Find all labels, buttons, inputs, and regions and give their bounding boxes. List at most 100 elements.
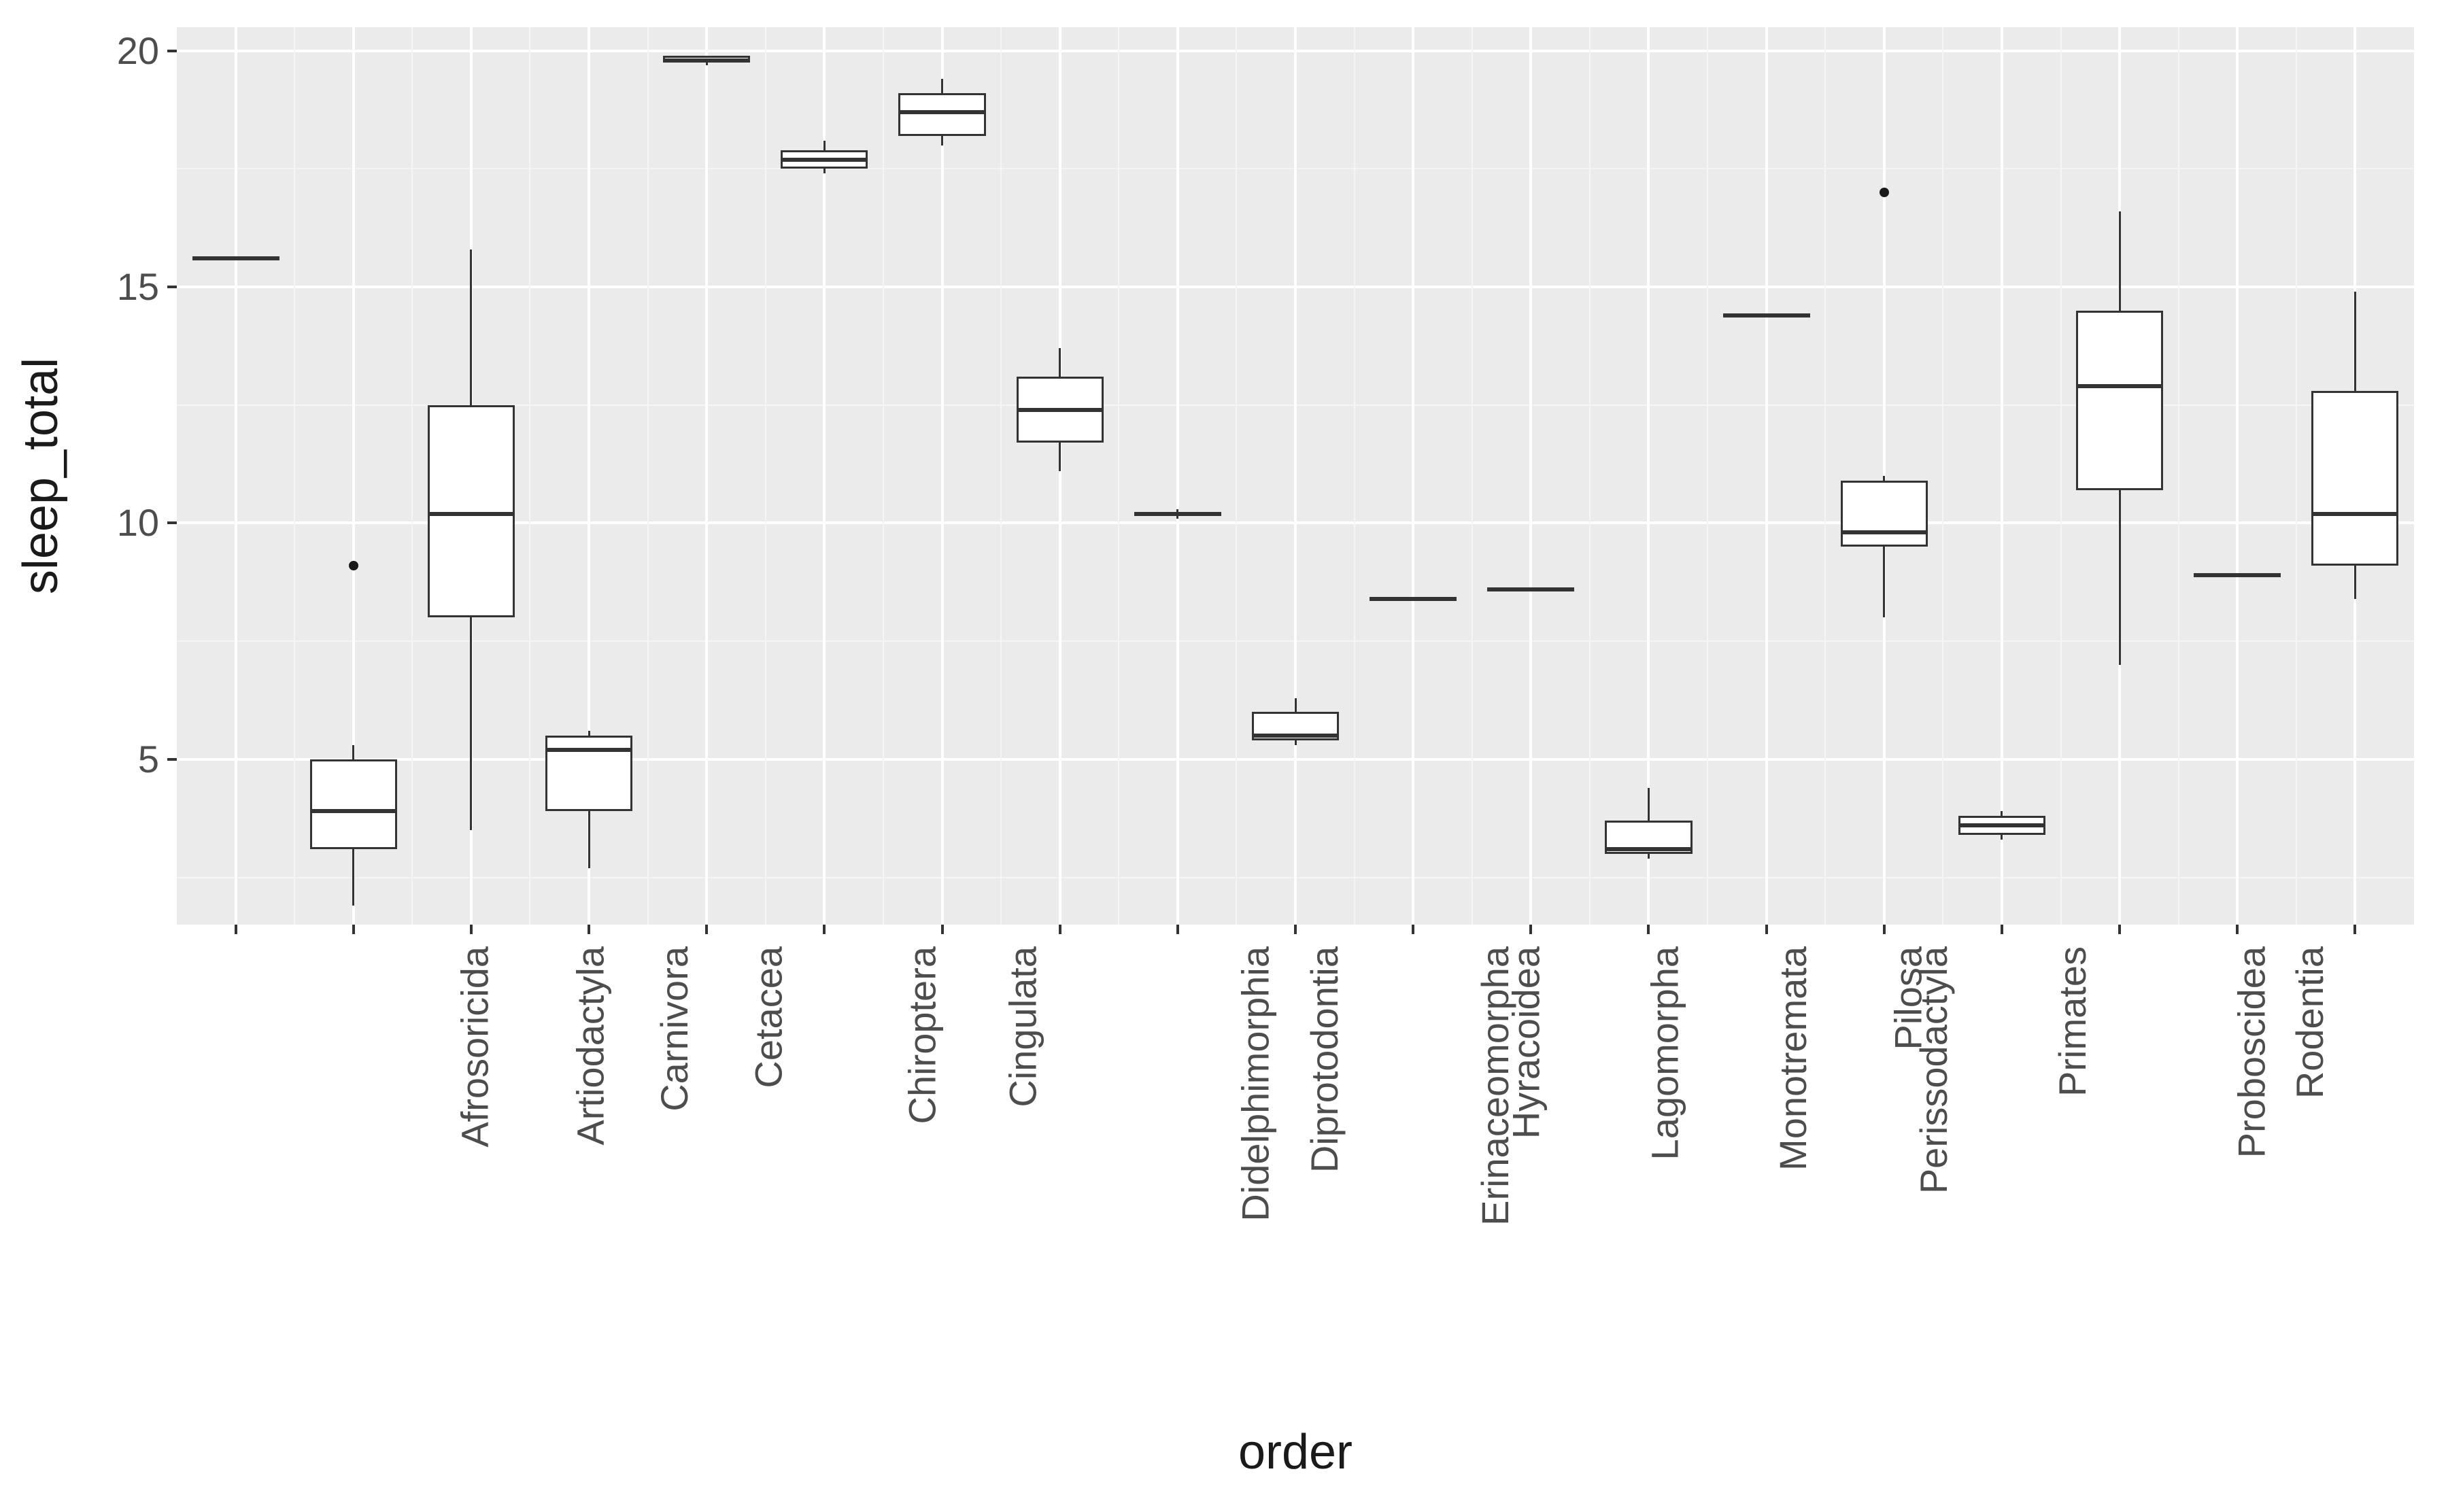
whisker-upper (823, 141, 826, 150)
x-tick-label: Cingulata (1004, 946, 1042, 1107)
x-tick-label: Afrosoricida (456, 946, 494, 1148)
median-line (428, 512, 515, 516)
x-tick-label: Didelphimorphia (1236, 946, 1274, 1222)
whisker-lower (588, 811, 590, 867)
x-tick-mark (470, 925, 473, 934)
x-tick-label: Rodentia (2291, 946, 2329, 1099)
box (310, 759, 397, 849)
x-gridline-minor (2178, 27, 2179, 925)
median-line (1605, 847, 1692, 851)
whisker-lower (823, 169, 826, 173)
x-gridline-minor (1472, 27, 1473, 925)
whisker-lower (2001, 835, 2003, 840)
x-gridline-major (1294, 27, 1297, 925)
x-gridline-minor (1589, 27, 1591, 925)
whisker-upper (588, 731, 590, 736)
y-tick-mark (167, 286, 177, 288)
median-line (545, 748, 632, 752)
x-gridline-minor (765, 27, 766, 925)
y-tick-label: 5 (138, 740, 159, 778)
x-tick-label: Artiodactyla (571, 946, 609, 1146)
x-tick-label: Primates (2054, 946, 2092, 1097)
x-tick-label: Pilosa (1889, 946, 1927, 1050)
x-tick-label: Proboscidea (2232, 946, 2271, 1158)
median-line (1723, 313, 1810, 317)
x-gridline-minor (647, 27, 649, 925)
median-line (1017, 408, 1104, 412)
whisker-lower (2119, 490, 2121, 665)
median-line (310, 809, 397, 813)
median-line (2311, 512, 2398, 516)
x-tick-mark (2353, 925, 2356, 934)
median-line (898, 110, 985, 114)
y-tick-label: 10 (117, 504, 159, 542)
whisker-lower (470, 617, 472, 830)
y-tick-label: 20 (117, 32, 159, 70)
median-line (663, 58, 750, 63)
median-line (192, 256, 279, 260)
x-gridline-minor (1118, 27, 1119, 925)
median-line (1370, 597, 1457, 601)
x-tick-mark (2236, 925, 2239, 934)
x-gridline-minor (2060, 27, 2062, 925)
whisker-upper (352, 745, 354, 759)
x-gridline-minor (1942, 27, 1943, 925)
x-gridline-minor (294, 27, 295, 925)
y-tick-label: 15 (117, 268, 159, 306)
y-tick-mark (167, 50, 177, 52)
x-gridline-minor (1824, 27, 1826, 925)
x-gridline-major (705, 27, 708, 925)
whisker-upper (2119, 211, 2121, 311)
whisker-lower (941, 136, 943, 145)
x-tick-mark (705, 925, 708, 934)
x-tick-label: Lagomorpha (1646, 946, 1684, 1160)
median-line (2194, 573, 2281, 577)
median-line (1841, 530, 1928, 534)
outlier-point (1880, 188, 1889, 197)
x-gridline-minor (1707, 27, 1708, 925)
median-line (1487, 587, 1574, 591)
median-line (1958, 823, 2045, 827)
x-tick-mark (941, 925, 944, 934)
box (898, 93, 985, 136)
box (2076, 311, 2163, 490)
whisker-upper (1295, 698, 1297, 712)
x-gridline-major (235, 27, 237, 925)
whisker-lower (352, 849, 354, 906)
x-tick-mark (588, 925, 590, 934)
y-axis-title: sleep_total (16, 358, 65, 594)
x-tick-mark (1529, 925, 1532, 934)
sleep-boxplot-chart: sleep_total order 5101520AfrosoricidaArt… (0, 0, 2448, 1512)
whisker-upper (470, 250, 472, 405)
x-gridline-major (1412, 27, 1414, 925)
x-tick-mark (2118, 925, 2121, 934)
whisker-upper (1648, 788, 1650, 821)
outlier-point (349, 561, 358, 570)
x-tick-mark (823, 925, 826, 934)
x-tick-mark (1883, 925, 1886, 934)
whisker-upper (2001, 811, 2003, 816)
y-tick-mark (167, 758, 177, 761)
whisker-upper (1059, 348, 1061, 377)
x-gridline-major (1176, 27, 1179, 925)
whisker-lower (1059, 443, 1061, 471)
whisker-upper (1883, 476, 1885, 481)
whisker-lower (1295, 740, 1297, 745)
x-tick-label: Monotremata (1774, 946, 1812, 1171)
x-gridline-minor (2296, 27, 2297, 925)
y-tick-mark (167, 521, 177, 524)
box (1841, 481, 1928, 547)
whisker-lower (1883, 547, 1885, 617)
x-gridline-major (941, 27, 944, 925)
x-tick-mark (352, 925, 355, 934)
x-gridline-major (2236, 27, 2239, 925)
x-gridline-minor (411, 27, 413, 925)
median-line (781, 158, 868, 162)
median-line (1252, 734, 1339, 738)
x-gridline-minor (1236, 27, 1237, 925)
x-tick-mark (1647, 925, 1650, 934)
x-gridline-major (1765, 27, 1768, 925)
box (2311, 391, 2398, 566)
x-tick-label: Chiroptera (904, 946, 942, 1124)
x-gridline-minor (1000, 27, 1002, 925)
